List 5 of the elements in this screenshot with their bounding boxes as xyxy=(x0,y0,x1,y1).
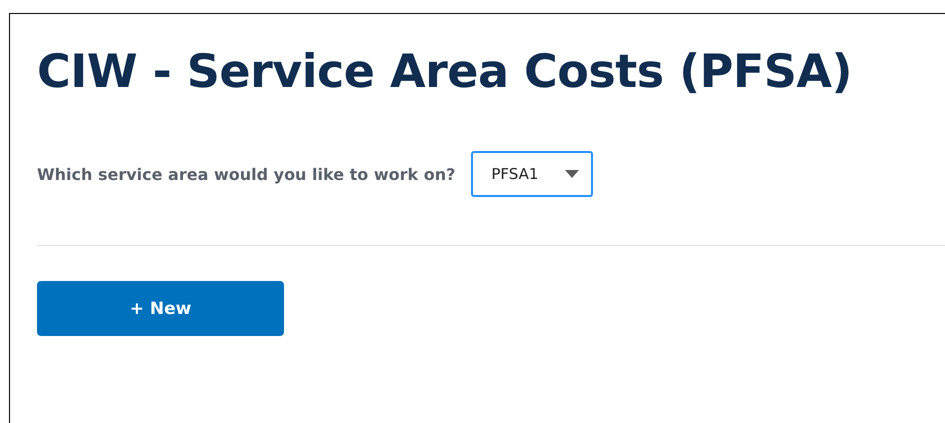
new-button[interactable]: + New xyxy=(37,281,284,336)
service-area-dropdown[interactable]: PFSA1 xyxy=(471,151,594,198)
caret-icon xyxy=(565,170,580,178)
page-title: CIW - Service Area Costs (PFSA) xyxy=(37,43,854,100)
field-label: Which service area would you like to work on? xyxy=(37,164,456,184)
